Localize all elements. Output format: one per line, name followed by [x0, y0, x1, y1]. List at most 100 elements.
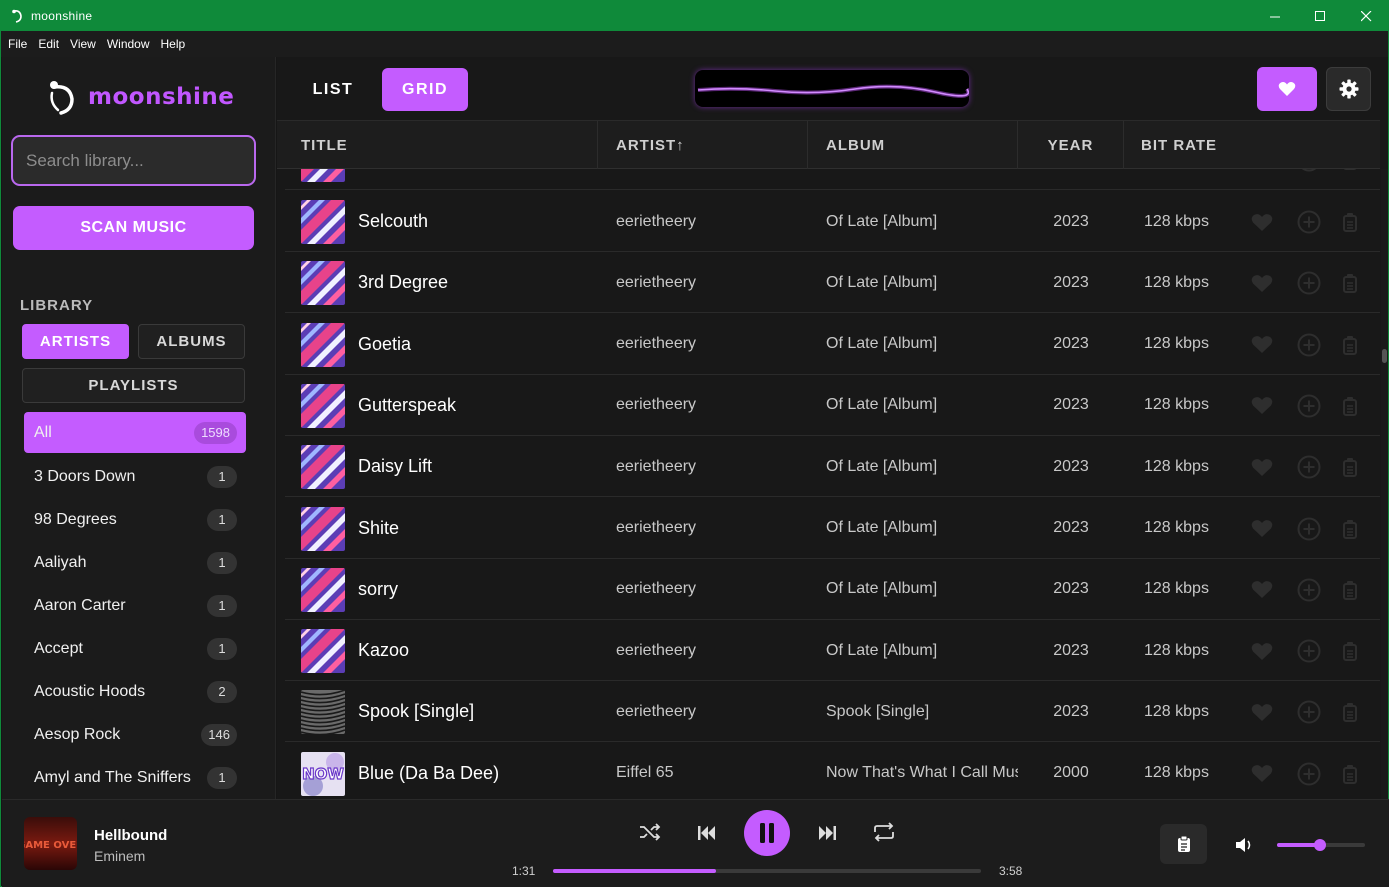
- table-scrollbar[interactable]: [1381, 169, 1388, 799]
- add-to-playlist-button[interactable]: [1296, 393, 1322, 419]
- list-view-button[interactable]: LIST: [297, 68, 369, 111]
- previous-button[interactable]: [695, 821, 719, 845]
- artist-item[interactable]: 98 Degrees 1: [24, 498, 246, 541]
- table-row[interactable]: Selcouth eerietheery Of Late [Album] 2023 12…: [285, 191, 1380, 252]
- minimize-button[interactable]: [1252, 1, 1298, 31]
- artist-item[interactable]: Accept 1: [24, 627, 246, 670]
- column-album[interactable]: ALBUM: [808, 121, 1018, 169]
- add-to-queue-button[interactable]: [1337, 270, 1363, 296]
- add-to-queue-button[interactable]: [1337, 699, 1363, 725]
- column-title[interactable]: TITLE: [277, 121, 598, 169]
- add-to-playlist-button[interactable]: [1296, 699, 1322, 725]
- now-playing-artist[interactable]: Eminem: [94, 848, 145, 864]
- scrollbar-thumb[interactable]: [1382, 349, 1387, 363]
- menu-edit[interactable]: Edit: [38, 37, 59, 51]
- add-to-playlist-button[interactable]: [1296, 169, 1322, 173]
- add-to-queue-button[interactable]: [1337, 761, 1363, 787]
- artist-item[interactable]: Aaliyah 1: [24, 541, 246, 584]
- add-to-playlist-button[interactable]: [1296, 761, 1322, 787]
- add-to-playlist-button[interactable]: [1296, 638, 1322, 664]
- close-button[interactable]: [1343, 1, 1389, 31]
- menu-help[interactable]: Help: [161, 37, 186, 51]
- favorite-track-button[interactable]: [1249, 270, 1275, 296]
- grid-view-button[interactable]: GRID: [382, 68, 468, 111]
- table-row[interactable]: Goetia eerietheery Of Late [Album] 2023 128 …: [285, 314, 1380, 375]
- artist-item[interactable]: All 1598: [24, 412, 246, 453]
- album-art: [301, 261, 345, 306]
- menu-file[interactable]: File: [8, 37, 27, 51]
- volume-knob[interactable]: [1314, 839, 1327, 851]
- favorite-track-button[interactable]: [1249, 761, 1275, 787]
- favorite-track-button[interactable]: [1249, 638, 1275, 664]
- add-to-playlist-button[interactable]: [1296, 516, 1322, 542]
- clipboard-icon: [1343, 169, 1357, 170]
- repeat-button[interactable]: [872, 820, 896, 844]
- add-to-queue-button[interactable]: [1337, 454, 1363, 480]
- table-row[interactable]: NOW Blue (Da Ba Dee) Eiffel 65 Now That's W…: [285, 743, 1380, 799]
- artist-item[interactable]: 3 Doors Down 1: [24, 455, 246, 498]
- artist-item[interactable]: Aaron Carter 1: [24, 584, 246, 627]
- tab-albums[interactable]: ALBUMS: [138, 324, 245, 359]
- settings-button[interactable]: [1326, 67, 1371, 111]
- favorite-track-button[interactable]: [1249, 209, 1275, 235]
- add-to-playlist-button[interactable]: [1296, 454, 1322, 480]
- shuffle-button[interactable]: [638, 820, 662, 844]
- menu-window[interactable]: Window: [107, 37, 150, 51]
- column-artist[interactable]: ARTIST↑: [598, 121, 808, 169]
- clipboard-icon: [1343, 396, 1357, 416]
- search-input[interactable]: [11, 135, 256, 186]
- table-row[interactable]: Daisy Lift eerietheery Of Late [Album] 2023…: [285, 436, 1380, 498]
- track-album: Spook [Single]: [826, 702, 930, 720]
- track-year: 2023: [1053, 212, 1089, 230]
- add-to-queue-button[interactable]: [1337, 209, 1363, 235]
- track-thumbnail: [301, 629, 345, 674]
- pause-button[interactable]: [744, 810, 790, 856]
- artist-item[interactable]: Amyl and The Sniffers 1: [24, 756, 246, 799]
- add-to-queue-button[interactable]: [1337, 332, 1363, 358]
- add-to-playlist-button[interactable]: [1296, 577, 1322, 603]
- add-to-queue-button[interactable]: [1337, 577, 1363, 603]
- artist-item[interactable]: Acoustic Hoods 2: [24, 670, 246, 713]
- maximize-button[interactable]: [1297, 1, 1343, 31]
- favorite-track-button[interactable]: [1249, 454, 1275, 480]
- volume-button[interactable]: [1234, 834, 1256, 856]
- scan-music-button[interactable]: SCAN MUSIC: [13, 206, 254, 250]
- track-bitrate: 128 kbps: [1144, 519, 1209, 536]
- moon-logo-icon: [50, 81, 74, 115]
- add-to-queue-button[interactable]: [1337, 638, 1363, 664]
- table-row[interactable]: Kazoo eerietheery Of Late [Album] 2023 128 k…: [285, 620, 1380, 682]
- progress-bar[interactable]: [553, 869, 981, 873]
- table-row[interactable]: Gutterspeak eerietheery Of Late [Album] 202…: [285, 375, 1380, 436]
- column-bitrate[interactable]: BIT RATE: [1124, 121, 1264, 169]
- favorite-track-button[interactable]: [1249, 699, 1275, 725]
- queue-button[interactable]: [1160, 824, 1207, 864]
- table-row[interactable]: Shite eerietheery Of Late [Album] 2023 128 k…: [285, 498, 1380, 559]
- next-button[interactable]: [815, 821, 839, 845]
- add-to-queue-button[interactable]: [1337, 393, 1363, 419]
- column-year[interactable]: YEAR: [1018, 121, 1124, 169]
- add-to-queue-button[interactable]: [1337, 169, 1363, 173]
- favorite-track-button[interactable]: [1249, 577, 1275, 603]
- favorite-track-button[interactable]: [1249, 516, 1275, 542]
- artist-item[interactable]: Aesop Rock 146: [24, 713, 246, 756]
- menu-view[interactable]: View: [70, 37, 96, 51]
- add-to-playlist-button[interactable]: [1296, 209, 1322, 235]
- track-bitrate: 128 kbps: [1144, 641, 1209, 659]
- add-to-playlist-button[interactable]: [1296, 270, 1322, 296]
- add-to-playlist-button[interactable]: [1296, 332, 1322, 358]
- track-bitrate: 128 kbps: [1144, 273, 1209, 291]
- favorite-track-button[interactable]: [1249, 169, 1275, 173]
- favorite-track-button[interactable]: [1249, 393, 1275, 419]
- tab-artists[interactable]: ARTISTS: [22, 324, 129, 359]
- logo: moonshine: [46, 79, 234, 115]
- table-row[interactable]: sorry eerietheery Of Late [Album] 2023 128 k…: [285, 559, 1380, 620]
- title-bar[interactable]: moonshine: [1, 1, 1388, 31]
- favorites-button[interactable]: [1257, 67, 1317, 111]
- volume-slider[interactable]: [1277, 839, 1365, 851]
- favorite-track-button[interactable]: [1249, 332, 1275, 358]
- add-to-queue-button[interactable]: [1337, 516, 1363, 542]
- tab-playlists[interactable]: PLAYLISTS: [22, 368, 245, 403]
- table-row[interactable]: 3rd Degree eerietheery Of Late [Album] 2023…: [285, 252, 1380, 314]
- table-row[interactable]: Spook [Single] eerietheery Spook [Single] 2…: [285, 681, 1380, 743]
- table-row[interactable]: [285, 169, 1380, 190]
